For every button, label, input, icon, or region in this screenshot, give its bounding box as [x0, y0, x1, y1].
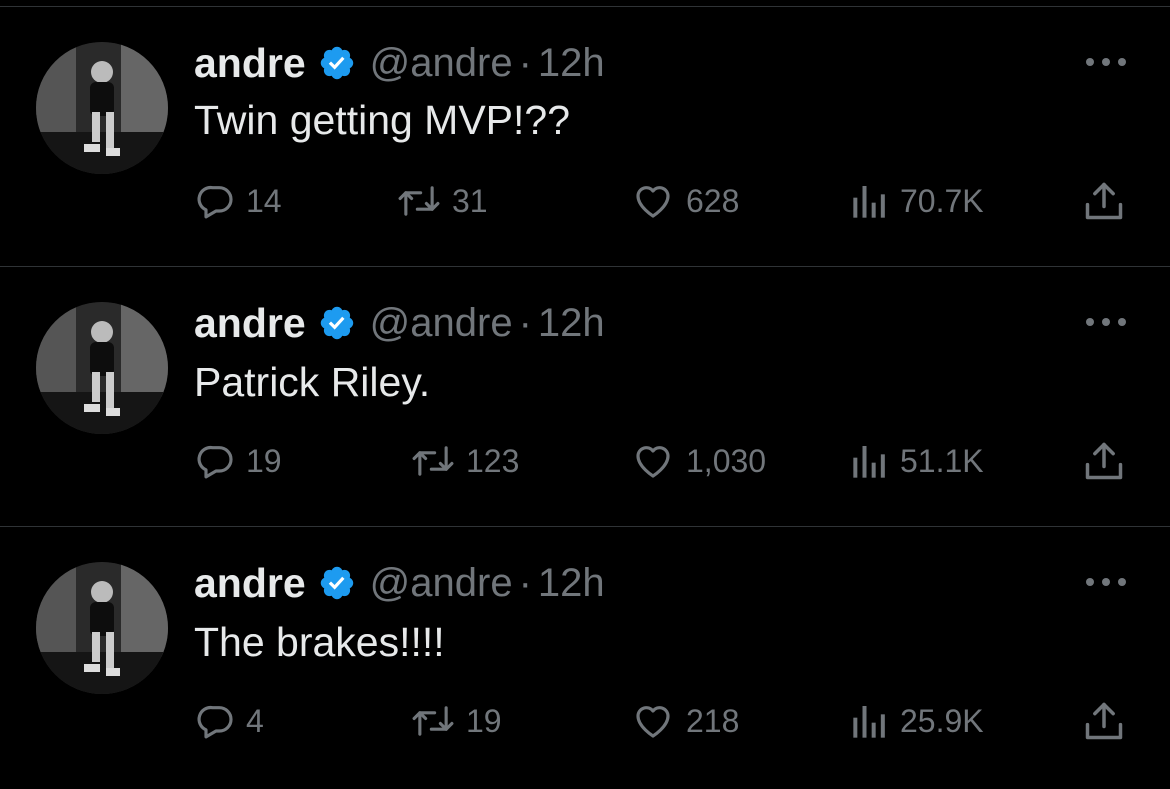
- reply-icon: [197, 705, 233, 739]
- separator-dot: ·: [518, 40, 532, 85]
- tweet[interactable]: andre @andre · 12h Twin getting MVP!?? 1…: [0, 7, 1170, 267]
- like-icon: [636, 706, 670, 738]
- tweet-text: Patrick Riley.: [194, 359, 431, 405]
- tweet-actions: 19 123 1,030 51.1K: [0, 436, 1170, 486]
- share-button[interactable]: [1082, 696, 1126, 746]
- avatar-photo-icon: [36, 42, 168, 174]
- like-count: 1,030: [686, 442, 767, 479]
- reply-count: 4: [246, 702, 264, 739]
- views-button[interactable]: 51.1K: [850, 436, 984, 486]
- views-icon: [853, 186, 885, 218]
- reply-button[interactable]: 14: [196, 176, 282, 226]
- author-name[interactable]: andre: [194, 300, 306, 347]
- timestamp[interactable]: 12h: [538, 301, 605, 346]
- retweet-icon: [412, 446, 454, 476]
- views-icon: [853, 446, 885, 478]
- author-handle[interactable]: @andre: [370, 561, 513, 606]
- retweet-count: 19: [466, 702, 502, 739]
- separator-dot: ·: [518, 560, 532, 605]
- tweet[interactable]: andre @andre · 12h Patrick Riley. 19 123…: [0, 267, 1170, 527]
- retweet-button[interactable]: 123: [410, 436, 519, 486]
- reply-button[interactable]: 19: [196, 436, 282, 486]
- views-count: 51.1K: [900, 442, 984, 479]
- separator-dot: ·: [518, 300, 532, 345]
- reply-count: 14: [246, 182, 282, 219]
- tweet-header: andre @andre · 12h: [194, 557, 605, 609]
- avatar[interactable]: [36, 562, 168, 694]
- retweet-button[interactable]: 19: [410, 696, 502, 746]
- verified-badge-icon: [320, 46, 353, 80]
- avatar[interactable]: [36, 42, 168, 174]
- retweet-icon: [412, 706, 454, 736]
- share-button[interactable]: [1082, 176, 1126, 226]
- share-icon: [1085, 702, 1123, 740]
- author-name[interactable]: andre: [194, 560, 306, 607]
- verified-badge-icon: [320, 566, 353, 600]
- like-icon: [636, 446, 670, 478]
- retweet-icon: [398, 186, 440, 216]
- more-icon[interactable]: [1084, 52, 1128, 72]
- reply-icon: [197, 185, 233, 219]
- retweet-count: 31: [452, 182, 488, 219]
- share-icon: [1085, 182, 1123, 220]
- avatar-photo-icon: [36, 302, 168, 434]
- more-icon[interactable]: [1084, 312, 1128, 332]
- avatar-photo-icon: [36, 562, 168, 694]
- views-count: 25.9K: [900, 702, 984, 739]
- views-button[interactable]: 25.9K: [850, 696, 984, 746]
- tweet-actions: 4 19 218 25.9K: [0, 696, 1170, 746]
- verified-badge-icon: [320, 306, 353, 340]
- retweet-button[interactable]: 31: [396, 176, 488, 226]
- like-button[interactable]: 218: [630, 696, 739, 746]
- reply-icon: [197, 445, 233, 479]
- views-count: 70.7K: [900, 182, 984, 219]
- like-count: 218: [686, 702, 740, 739]
- tweet-text: Twin getting MVP!??: [194, 97, 571, 143]
- views-icon: [853, 706, 885, 738]
- more-icon[interactable]: [1084, 572, 1128, 592]
- timestamp[interactable]: 12h: [538, 561, 605, 606]
- author-name[interactable]: andre: [194, 40, 306, 87]
- share-button[interactable]: [1082, 436, 1126, 486]
- avatar[interactable]: [36, 302, 168, 434]
- tweet-header: andre @andre · 12h: [194, 297, 605, 349]
- like-count: 628: [686, 182, 740, 219]
- like-button[interactable]: 1,030: [630, 436, 766, 486]
- author-handle[interactable]: @andre: [370, 41, 513, 86]
- reply-count: 19: [246, 442, 282, 479]
- like-button[interactable]: 628: [630, 176, 739, 226]
- tweet-header: andre @andre · 12h: [194, 37, 605, 89]
- views-button[interactable]: 70.7K: [850, 176, 984, 226]
- share-icon: [1085, 442, 1123, 480]
- reply-button[interactable]: 4: [196, 696, 264, 746]
- tweet-text: The brakes!!!!: [194, 619, 445, 665]
- retweet-count: 123: [466, 442, 520, 479]
- author-handle[interactable]: @andre: [370, 301, 513, 346]
- tweet[interactable]: andre @andre · 12h The brakes!!!! 4 19 2…: [0, 527, 1170, 787]
- timestamp[interactable]: 12h: [538, 41, 605, 86]
- tweet-actions: 14 31 628 70.7K: [0, 176, 1170, 226]
- like-icon: [636, 186, 670, 218]
